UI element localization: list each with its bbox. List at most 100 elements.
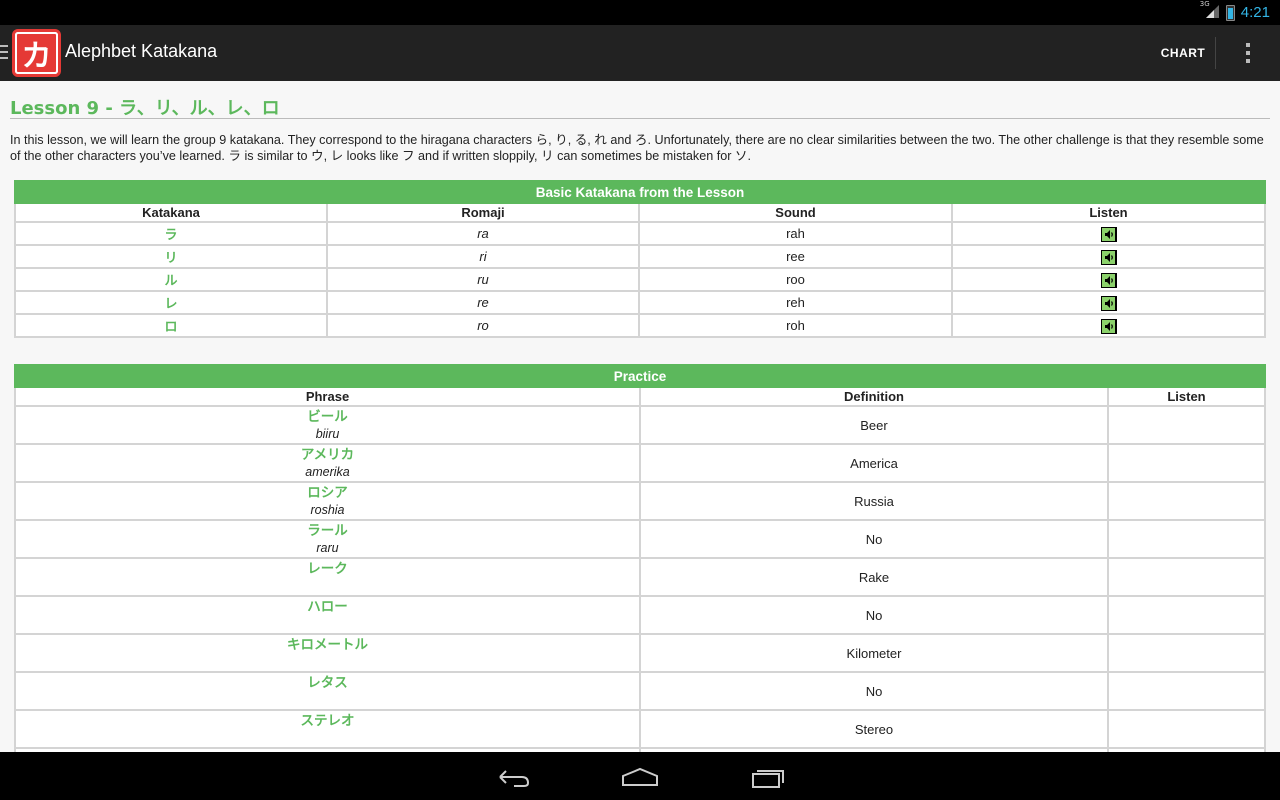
phrase-cell: ラール raru [14, 519, 641, 559]
back-icon[interactable] [492, 764, 532, 790]
table-row: ラ ra rah [14, 221, 1266, 246]
phrase-cell: ステレオ [14, 709, 641, 749]
status-clock: 4:21 [1240, 4, 1270, 21]
listen-cell [1107, 519, 1266, 559]
kana-cell: レ [14, 290, 328, 315]
table-row: ビール biiru Beer [14, 405, 1266, 445]
listen-cell [951, 313, 1266, 338]
lesson-intro: In this lesson, we will learn the group … [10, 133, 1264, 163]
listen-cell [1107, 595, 1266, 635]
phrase-kana: レーク [307, 561, 348, 576]
definition-cell: Beer [639, 405, 1109, 445]
phrase-cell: キロメートル [14, 633, 641, 673]
app-icon-glyph: カ [15, 32, 58, 74]
definition-cell: Stereo [639, 709, 1109, 749]
phrase-kana: レタス [307, 675, 348, 690]
table-row: ハロー No [14, 595, 1266, 635]
sound-cell: roh [638, 313, 953, 338]
definition-cell: No [639, 519, 1109, 559]
table-row: ステレオ Stereo [14, 709, 1266, 749]
table-row: ロ ro roh [14, 313, 1266, 338]
speaker-icon[interactable] [1100, 318, 1117, 334]
network-type-label: 3G [1199, 0, 1210, 8]
sound-cell: reh [638, 290, 953, 315]
kana-cell: ラ [14, 221, 328, 246]
sound-cell: roo [638, 267, 953, 292]
drawer-indicator-icon[interactable] [0, 45, 8, 63]
listen-cell [1107, 405, 1266, 445]
definition-cell: Russia [639, 481, 1109, 521]
kana-cell: ル [14, 267, 328, 292]
sound-cell: ree [638, 244, 953, 269]
phrase-cell: レーク [14, 557, 641, 597]
listen-cell [1107, 633, 1266, 673]
action-bar: カ Alephbet Katakana CHART [0, 25, 1280, 81]
recent-apps-icon[interactable] [748, 764, 788, 790]
basic-table-caption: Basic Katakana from the Lesson [14, 180, 1266, 204]
phrase-kana: ロシア [307, 485, 348, 500]
phrase-cell: レタス [14, 671, 641, 711]
practice-table: Practice Phrase Definition Listen ビール bii… [14, 364, 1266, 752]
kana-cell: リ [14, 244, 328, 269]
listen-cell [1107, 557, 1266, 597]
table-row: レ re reh [14, 290, 1266, 315]
listen-cell [1107, 481, 1266, 521]
phrase-cell: ビール biiru [14, 405, 641, 445]
listen-cell [951, 267, 1266, 292]
basic-katakana-table: Basic Katakana from the Lesson Katakana … [14, 180, 1266, 338]
phrase-romaji: biiru [315, 427, 340, 441]
table-row: ラール raru No [14, 519, 1266, 559]
col-header-romaji: Romaji [326, 202, 640, 223]
lesson-content[interactable]: Lesson 9 - ラ、リ、ル、レ、ロ In this lesson, we … [0, 81, 1280, 752]
status-icons: 3G 4:21 [1200, 0, 1270, 23]
home-icon[interactable] [620, 764, 660, 790]
overflow-menu-icon[interactable] [1230, 25, 1266, 81]
table-row: ロシア roshia Russia [14, 481, 1266, 521]
listen-cell [1107, 443, 1266, 483]
table-row: アメリカ amerika America [14, 443, 1266, 483]
romaji-cell: re [326, 290, 640, 315]
sound-cell: rah [638, 221, 953, 246]
lesson-title: Lesson 9 - ラ、リ、ル、レ、ロ [10, 98, 280, 119]
phrase-kana: アメリカ [300, 447, 355, 462]
listen-cell [1107, 671, 1266, 711]
listen-cell [1107, 709, 1266, 749]
col-header-listen: Listen [951, 202, 1266, 223]
definition-cell: No [639, 671, 1109, 711]
phrase-romaji: roshia [310, 503, 345, 517]
phrase-cell: ロシア roshia [14, 481, 641, 521]
phrase-kana: ラール [307, 523, 348, 538]
col-header-phrase: Phrase [14, 386, 641, 407]
listen-cell [951, 221, 1266, 246]
table-row: レタス No [14, 671, 1266, 711]
speaker-icon[interactable] [1100, 249, 1117, 265]
romaji-cell: ru [326, 267, 640, 292]
listen-cell [951, 290, 1266, 315]
romaji-cell: ri [326, 244, 640, 269]
col-header-definition: Definition [639, 386, 1109, 407]
listen-cell [951, 244, 1266, 269]
phrase-cell: アメリカ amerika [14, 443, 641, 483]
definition-cell: Kilometer [639, 633, 1109, 673]
table-row: リ ri ree [14, 244, 1266, 269]
speaker-icon[interactable] [1100, 226, 1117, 242]
definition-cell: America [639, 443, 1109, 483]
phrase-kana: ハロー [307, 599, 348, 614]
speaker-icon[interactable] [1100, 295, 1117, 311]
table-row: ル ru roo [14, 267, 1266, 292]
app-title: Alephbet Katakana [65, 41, 218, 61]
definition-cell: Rake [639, 557, 1109, 597]
romaji-cell: ro [326, 313, 640, 338]
col-header-katakana: Katakana [14, 202, 328, 223]
romaji-cell: ra [326, 221, 640, 246]
phrase-romaji: raru [316, 541, 339, 555]
signal-indicator: 3G [1200, 0, 1220, 23]
practice-table-caption: Practice [14, 364, 1266, 388]
phrase-kana: ステレオ [300, 713, 355, 728]
table-row: キロメートル Kilometer [14, 633, 1266, 673]
chart-button[interactable]: CHART [1150, 25, 1216, 81]
phrase-kana: キロメートル [287, 637, 368, 652]
app-icon[interactable]: カ [12, 29, 61, 77]
phrase-kana: ビール [307, 409, 348, 424]
speaker-icon[interactable] [1100, 272, 1117, 288]
